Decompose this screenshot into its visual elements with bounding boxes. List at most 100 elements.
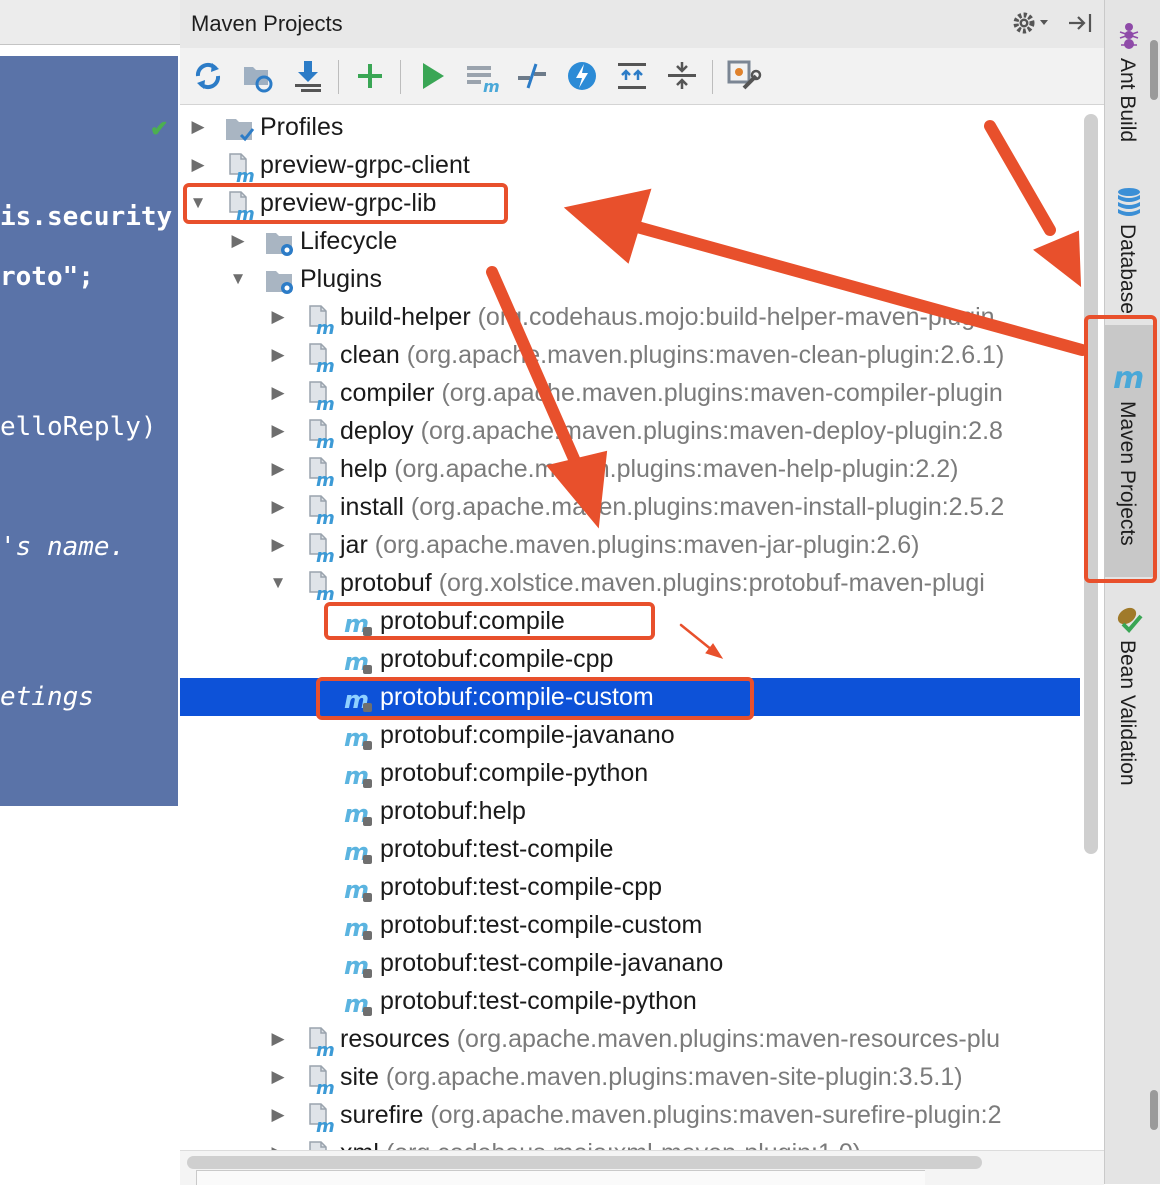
lifecycle-folder-icon <box>264 228 296 258</box>
tree-row[interactable]: ▶ Lifecycle <box>180 222 1080 260</box>
tree-node-label: build-helper <box>340 303 471 331</box>
expand-arrow-right-icon[interactable]: ▶ <box>268 336 288 374</box>
editor-area: ✔ is.security roto"; elloReply) 's name.… <box>0 0 181 1184</box>
expand-arrow-right-icon[interactable]: ▶ <box>228 222 248 260</box>
code-view[interactable]: ✔ is.security roto"; elloReply) 's name.… <box>0 56 178 806</box>
tree-row[interactable]: ▶ m help (org.apache.maven.plugins:maven-h… <box>180 450 1080 491</box>
maven-plugin-icon: m <box>304 418 336 453</box>
tree-goal-row[interactable]: m protobuf:test-compile-python <box>180 982 1080 1020</box>
svg-text:m: m <box>316 470 335 486</box>
maven-plugin-icon: m <box>304 532 336 567</box>
tree-node: protobuf:test-compile-javanano <box>380 944 723 982</box>
expand-all-icon[interactable] <box>614 58 650 94</box>
code-line: is.security <box>0 202 173 232</box>
tree-goal-row[interactable]: m protobuf:compile-python <box>180 754 1080 792</box>
tree-node: resources (org.apache.maven.plugins:mave… <box>340 1020 1000 1058</box>
svg-text:m: m <box>483 77 500 94</box>
expand-arrow-right-icon[interactable]: ▶ <box>268 488 288 526</box>
tree-row[interactable]: ▶ m install (org.apache.maven.plugins:mave… <box>180 488 1080 529</box>
tree-row[interactable]: ▶ m clean (org.apache.maven.plugins:maven-… <box>180 336 1080 377</box>
tool-tab-label: Database <box>1116 224 1139 314</box>
tree-row[interactable]: ▶ m compiler (org.apache.maven.plugins:mav… <box>180 374 1080 415</box>
expand-arrow-right-icon[interactable]: ▶ <box>268 1020 288 1058</box>
toolbar-separator <box>338 60 339 94</box>
code-line: etings <box>0 682 94 712</box>
database-icon <box>1115 186 1143 223</box>
svg-text:m: m <box>316 432 335 448</box>
run-icon[interactable] <box>414 58 450 94</box>
tree-node-label: clean <box>340 341 400 369</box>
expand-arrow-down-icon[interactable]: ▼ <box>228 260 248 298</box>
tree-row[interactable]: ▶ m site (org.apache.maven.plugins:maven-s… <box>180 1058 1080 1099</box>
tool-tab-bean-validation[interactable]: Bean Validation <box>1105 600 1153 810</box>
maven-goal-icon: m <box>344 836 376 866</box>
tree-row[interactable]: ▶ m preview-grpc-client <box>180 146 1080 187</box>
tree-node: protobuf:compile-cpp <box>380 640 613 678</box>
expand-arrow-down-icon[interactable]: ▼ <box>268 564 288 602</box>
tree-goal-row[interactable]: m protobuf:compile-javanano <box>180 716 1080 754</box>
skip-tests-icon[interactable] <box>564 58 600 94</box>
download-icon[interactable] <box>290 58 326 94</box>
tree-node-label: Profiles <box>260 113 344 141</box>
tree-node-label: protobuf:test-compile <box>380 835 614 863</box>
tree-node: help (org.apache.maven.plugins:maven-hel… <box>340 450 958 488</box>
tree-row[interactable]: ▶ Profiles <box>180 108 1080 146</box>
expand-arrow-right-icon[interactable]: ▶ <box>268 1058 288 1096</box>
expand-arrow-right-icon[interactable]: ▶ <box>188 108 208 146</box>
tree-row[interactable]: ▶ m deploy (org.apache.maven.plugins:maven… <box>180 412 1080 453</box>
reimport-icon[interactable] <box>190 58 226 94</box>
tree-row[interactable]: ▶ m build-helper (org.codehaus.mojo:build-… <box>180 298 1080 339</box>
execute-goal-icon[interactable]: m <box>464 58 500 96</box>
tree-node-detail: (org.apache.maven.plugins:maven-install-… <box>410 493 1005 521</box>
maven-plugin-icon: m <box>304 1026 336 1061</box>
collapse-all-icon[interactable] <box>664 58 700 94</box>
add-icon[interactable] <box>352 58 388 94</box>
expand-arrow-right-icon[interactable]: ▶ <box>268 374 288 412</box>
toolbar-separator <box>712 60 713 94</box>
tree-node: protobuf:test-compile-custom <box>380 906 702 944</box>
tree-node: jar (org.apache.maven.plugins:maven-jar-… <box>340 526 920 564</box>
tree-row[interactable]: ▶ m resources (org.apache.maven.plugins:ma… <box>180 1020 1080 1061</box>
gear-icon[interactable] <box>1010 8 1056 38</box>
hide-panel-icon[interactable] <box>1066 8 1096 38</box>
tree-row[interactable]: ▼ Plugins <box>180 260 1080 298</box>
tree-node: install (org.apache.maven.plugins:maven-… <box>340 488 1004 526</box>
svg-text:m: m <box>236 166 255 182</box>
expand-arrow-right-icon[interactable]: ▶ <box>268 526 288 564</box>
tree-row[interactable]: ▼ m protobuf (org.xolstice.maven.plugins:p… <box>180 564 1080 605</box>
tree-node-detail: (org.apache.maven.plugins:maven-resource… <box>456 1025 1001 1053</box>
tree-node: protobuf:test-compile <box>380 830 613 868</box>
expand-arrow-right-icon[interactable]: ▶ <box>268 450 288 488</box>
expand-arrow-right-icon[interactable]: ▶ <box>268 1096 288 1134</box>
tree-node-label: protobuf:help <box>380 797 526 825</box>
tree-goal-row[interactable]: m protobuf:compile-cpp <box>180 640 1080 678</box>
svg-text:m: m <box>316 1078 335 1094</box>
tree-node: protobuf (org.xolstice.maven.plugins:pro… <box>340 564 985 602</box>
tree-goal-row[interactable]: m protobuf:test-compile <box>180 830 1080 868</box>
tree-node-label: preview-grpc-client <box>260 151 470 179</box>
tree-goal-row[interactable]: m protobuf:help <box>180 792 1080 830</box>
expand-arrow-right-icon[interactable]: ▶ <box>188 146 208 184</box>
tree-node-label: protobuf:compile-javanano <box>380 721 675 749</box>
toggle-offline-icon[interactable] <box>514 58 550 94</box>
strip-scroll-indicator <box>1150 1090 1158 1130</box>
settings-icon[interactable] <box>726 58 762 94</box>
expand-arrow-right-icon[interactable]: ▶ <box>268 298 288 336</box>
tree-row[interactable]: ▶ m surefire (org.apache.maven.plugins:mav… <box>180 1096 1080 1137</box>
tree-node-detail: (org.xolstice.maven.plugins:protobuf-mav… <box>438 569 985 597</box>
expand-arrow-right-icon[interactable]: ▶ <box>268 412 288 450</box>
tree-row[interactable]: ▶ m jar (org.apache.maven.plugins:maven-ja… <box>180 526 1080 567</box>
tree-goal-row[interactable]: m protobuf:test-compile-cpp <box>180 868 1080 906</box>
strip-scroll-indicator <box>1150 40 1158 100</box>
tree-node: Lifecycle <box>300 222 397 260</box>
svg-text:m: m <box>316 1116 335 1132</box>
generate-sources-icon[interactable] <box>240 58 276 94</box>
tool-tab-database[interactable]: Database <box>1105 182 1153 314</box>
tree-goal-row[interactable]: m protobuf:test-compile-custom <box>180 906 1080 944</box>
tree-node: protobuf:compile-python <box>380 754 648 792</box>
ant-icon <box>1116 20 1142 55</box>
tree-goal-row[interactable]: m protobuf:test-compile-javanano <box>180 944 1080 982</box>
horizontal-scrollbar[interactable] <box>187 1156 982 1169</box>
toolbar-separator <box>400 60 401 94</box>
tool-tab-ant-build[interactable]: Ant Build <box>1105 14 1153 164</box>
